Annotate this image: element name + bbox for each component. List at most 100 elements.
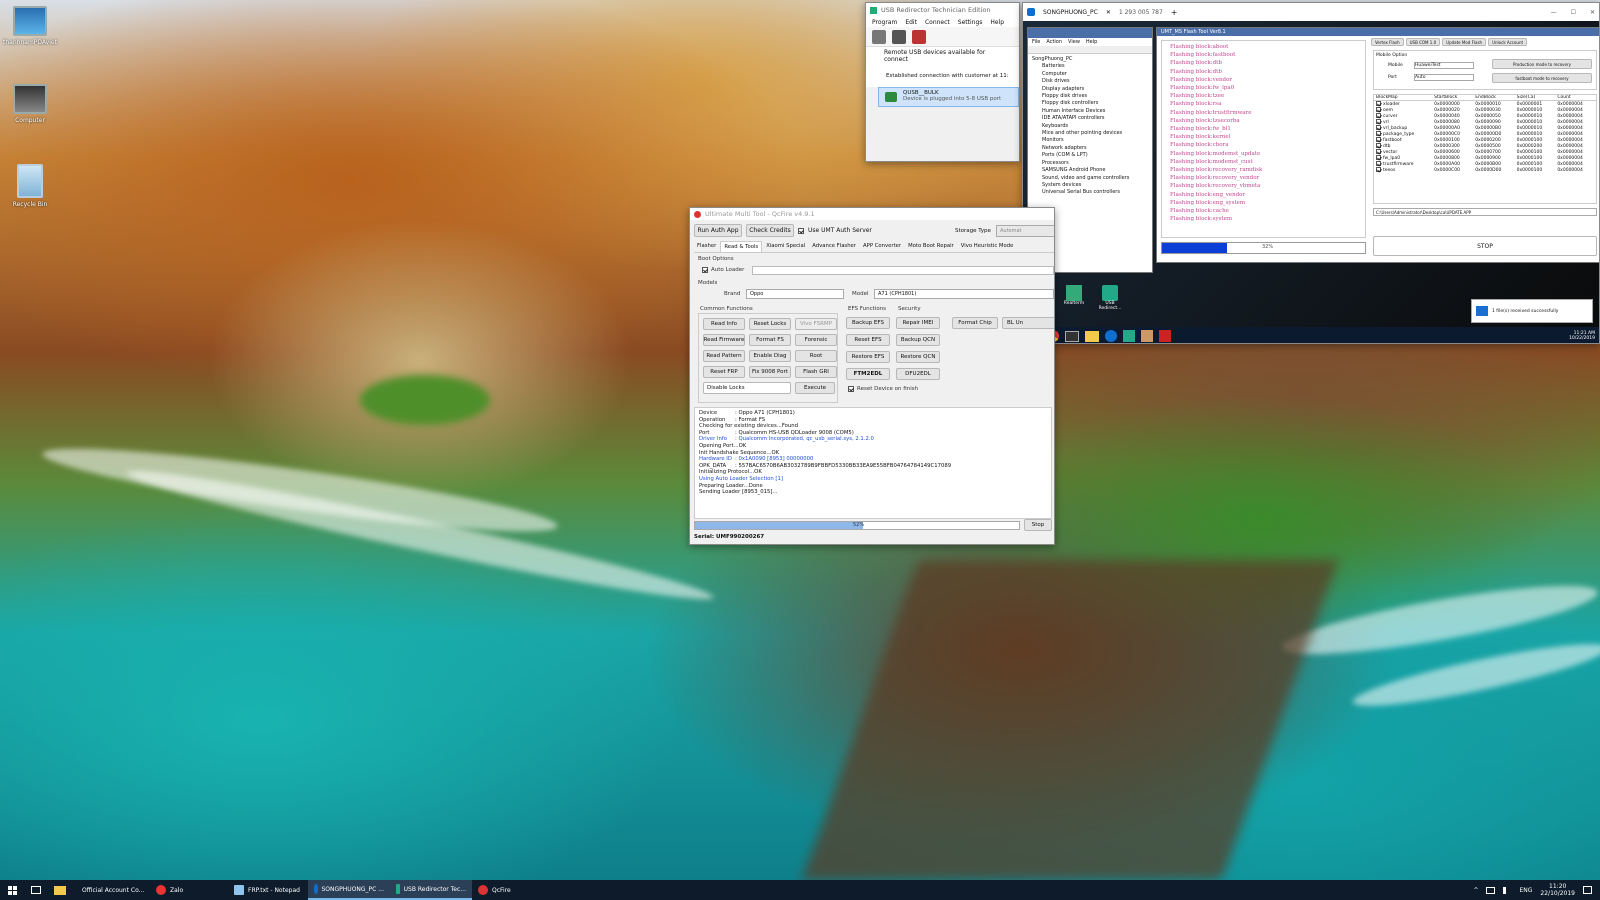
row-checkbox[interactable] [1376, 155, 1381, 160]
row-checkbox[interactable] [1376, 107, 1381, 112]
tab-update-mod[interactable]: Update Mod Flash [1442, 38, 1487, 46]
row-checkbox[interactable] [1376, 167, 1381, 172]
tab-unlock-account[interactable]: Unlock Account [1488, 38, 1528, 46]
maximize-icon[interactable]: ☐ [1571, 9, 1576, 16]
umt-tab[interactable]: Xiaomi Special [763, 241, 808, 252]
remote-tab[interactable]: SONGPHUONG_PC [1043, 9, 1098, 16]
umt-tab[interactable]: Moto Boot Repair [905, 241, 957, 252]
network-icon[interactable] [1486, 886, 1496, 894]
umt-tab[interactable]: Advance Flasher [809, 241, 859, 252]
tree-item[interactable]: Display adapters [1042, 86, 1148, 93]
row-checkbox[interactable] [1376, 101, 1381, 106]
storage-type-select[interactable]: Automat [996, 225, 1054, 237]
table-row[interactable]: trustfirmware 0x0000A00 0x0000B00 0x0000100… [1374, 161, 1596, 167]
teamviewer-icon[interactable] [1105, 330, 1117, 342]
common-function-button[interactable]: Fix 9008 Port [749, 366, 791, 378]
connect-icon[interactable] [892, 30, 906, 44]
chevron-up-icon[interactable]: ^ [1473, 887, 1478, 894]
start-button[interactable] [0, 880, 24, 900]
umt-tab[interactable]: Vivo Heuristic Mode [958, 241, 1017, 252]
efs-function-button[interactable]: Backup EFS [846, 317, 890, 329]
tab-vertex[interactable]: Vertex Flash [1371, 38, 1404, 46]
tab-usb-com[interactable]: USB COM 1.0 [1405, 38, 1441, 46]
production-to-recovery-button[interactable]: Production mode to recovery [1492, 59, 1592, 69]
volume-icon[interactable] [1503, 886, 1511, 894]
tree-item[interactable]: Floppy disk drives [1042, 93, 1148, 100]
common-function-button[interactable]: Reset Locks [749, 318, 791, 330]
row-checkbox[interactable] [1376, 149, 1381, 154]
shortcut-usb-redirector[interactable]: USB Redirect... [1095, 285, 1125, 311]
taskbar-item-official-account[interactable]: Official Account Co... [72, 880, 150, 900]
menu-view[interactable]: View [1068, 39, 1080, 45]
tree-item[interactable]: Batteries [1042, 63, 1148, 70]
tools-icon[interactable] [1141, 330, 1153, 342]
security-function-button[interactable]: Repair IMEI [896, 317, 940, 329]
tab-close-icon[interactable]: ✕ [1106, 9, 1111, 16]
umt-tab[interactable]: Flasher [694, 241, 719, 252]
efs-function-button[interactable]: Reset EFS [846, 334, 890, 346]
file-explorer-button[interactable] [48, 880, 72, 900]
common-function-button[interactable]: Forensic [795, 334, 837, 346]
tree-item[interactable]: Keyboards [1042, 123, 1148, 130]
row-checkbox[interactable] [1376, 137, 1381, 142]
taskbar-item-notepad[interactable]: FRP.txt - Notepad [228, 880, 308, 900]
file-received-notification[interactable]: 1 file(s) received successfully [1471, 299, 1593, 323]
stop-flash-button[interactable]: STOP [1373, 236, 1597, 256]
menu-edit[interactable]: Edit [905, 19, 917, 26]
umt-stop-button[interactable]: Stop [1024, 519, 1052, 531]
close-icon[interactable]: ✕ [1590, 9, 1595, 16]
mobile-select[interactable]: HuaweiTest [1414, 62, 1474, 69]
menu-file[interactable]: File [1032, 39, 1040, 45]
table-row[interactable]: package_type 0x00000C0 0x00000D0 0x0000010 0… [1374, 131, 1596, 137]
terminal-icon[interactable] [1065, 330, 1079, 342]
row-checkbox[interactable] [1376, 143, 1381, 148]
use-server-checkbox[interactable] [798, 227, 804, 234]
explorer-icon[interactable] [1085, 330, 1099, 342]
new-tab-icon[interactable]: + [1171, 8, 1178, 17]
table-row[interactable]: teeos 0x0000C00 0x0000D00 0x0000100 0x000000… [1374, 167, 1596, 173]
desktop-icon-computer[interactable]: Computer [0, 84, 60, 124]
row-checkbox[interactable] [1376, 125, 1381, 130]
taskbar-item-qcfire[interactable]: QcFire [472, 880, 542, 900]
menu-connect[interactable]: Connect [925, 19, 950, 26]
check-app-icon[interactable] [1123, 330, 1135, 342]
security-function-button[interactable]: Backup QCN [896, 334, 940, 346]
common-function-button[interactable]: Read Pattern [703, 350, 745, 362]
tree-item[interactable]: Floppy disk controllers [1042, 100, 1148, 107]
fastboot-to-recovery-button[interactable]: fastboot mode to recovery [1492, 73, 1592, 83]
auto-loader-checkbox[interactable] [702, 267, 708, 273]
disable-locks-select[interactable]: Disable Locks [703, 382, 791, 394]
tree-item[interactable]: System devices [1042, 182, 1148, 189]
efs-function-button[interactable]: Restore EFS [846, 351, 890, 363]
dfu2edl-button[interactable]: DFU2EDL [896, 368, 940, 380]
taskbar-item-zalo[interactable]: Zalo [150, 880, 228, 900]
row-checkbox[interactable] [1376, 131, 1381, 136]
tree-item[interactable]: Ports (COM & LPT) [1042, 152, 1148, 159]
common-function-button[interactable]: Vivo FSRMP [795, 318, 837, 330]
language-indicator[interactable]: ENG [1519, 887, 1532, 894]
menu-settings[interactable]: Settings [958, 19, 983, 26]
record-icon[interactable] [1159, 330, 1171, 342]
umt-tab[interactable]: APP Converter [860, 241, 904, 252]
common-function-button[interactable]: Reset FRP [703, 366, 745, 378]
execute-button[interactable]: Execute [795, 382, 835, 394]
tree-item[interactable]: Sound, video and game controllers [1042, 175, 1148, 182]
umt-tab[interactable]: Read & Tools [720, 241, 763, 252]
tree-item[interactable]: Computer [1042, 71, 1148, 78]
disconnect-icon[interactable] [912, 30, 926, 44]
taskbar-item-usb-redirector[interactable]: USB Redirector Tec... [390, 880, 472, 900]
common-function-button[interactable]: Read Firmware [703, 334, 745, 346]
row-checkbox[interactable] [1376, 113, 1381, 118]
tree-item[interactable]: Universal Serial Bus controllers [1042, 189, 1148, 196]
check-credits-button[interactable]: Check Credits [746, 224, 794, 237]
bl-unlock-button[interactable]: BL Un [1002, 317, 1054, 329]
run-auth-app-button[interactable]: Run Auth App [694, 224, 742, 237]
tree-item[interactable]: IDE ATA/ATAPI controllers [1042, 115, 1148, 122]
taskbar-item-songphuong[interactable]: SONGPHUONG_PC ... [308, 880, 390, 900]
brand-select[interactable]: Oppo [746, 289, 844, 299]
desktop-icon-pc[interactable]: thanhnamPDAviet [0, 6, 60, 46]
row-checkbox[interactable] [1376, 161, 1381, 166]
notification-icon[interactable] [1583, 886, 1592, 894]
plug-icon[interactable] [872, 30, 886, 44]
common-function-button[interactable]: Root [795, 350, 837, 362]
